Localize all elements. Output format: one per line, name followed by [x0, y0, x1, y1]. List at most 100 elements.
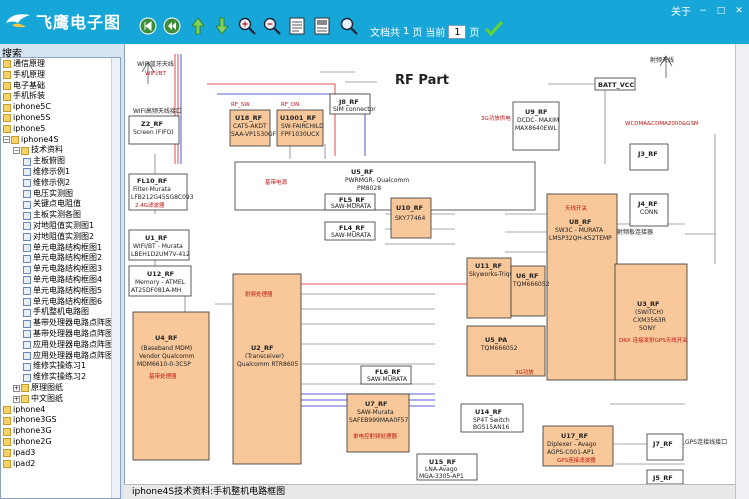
tree-item-label: ipad2: [13, 458, 36, 468]
tree-item-label: ipad3: [13, 447, 36, 457]
tree-folder-item[interactable]: iphone2G: [3, 437, 52, 448]
go-page-button[interactable]: [484, 18, 504, 38]
tree-doc-item[interactable]: 电压实测图: [23, 189, 73, 200]
fl5-sub: SAW-MURATA: [331, 203, 372, 210]
app-title: 飞鹰电子图: [36, 13, 122, 32]
tree-folder-item[interactable]: ipad2: [3, 459, 35, 470]
u9-title: U9_RF: [525, 108, 548, 116]
tree-folder-item[interactable]: 手机拆装: [3, 91, 45, 102]
tree-folder-item[interactable]: iphone5C: [3, 102, 51, 113]
tree-folder-item[interactable]: iphone3G: [3, 426, 52, 437]
tree-item-label: 基带处理器电路点阵图: [33, 318, 113, 328]
folder-icon: [3, 427, 11, 436]
tree-item-label: 单元电路结构框图6: [33, 296, 103, 306]
tree-folder-item[interactable]: + 中文图纸: [13, 394, 63, 405]
tree-item-label: 维修示例1: [33, 167, 71, 176]
scroll-up-button[interactable]: [188, 16, 208, 36]
document-icon: [23, 168, 31, 177]
prev-page-button[interactable]: [162, 16, 182, 36]
fit-page-button[interactable]: [287, 16, 307, 36]
minimize-icon[interactable]: −: [697, 6, 709, 16]
tree-doc-item[interactable]: 单元电路结构框图2: [23, 253, 102, 264]
tree-scrollbar[interactable]: [111, 58, 120, 498]
u6-sub: TQM666052: [512, 281, 550, 288]
tree-folder-item[interactable]: iphone5S: [3, 113, 50, 124]
tree-folder-item[interactable]: ipad3: [3, 448, 35, 459]
document-icon: [23, 157, 31, 166]
u15-sub1: LNA-Avago: [425, 466, 458, 473]
current-page-input[interactable]: 1: [448, 24, 467, 39]
wifi-bt-label: WIFI/BT: [145, 71, 166, 77]
tree-folder-item[interactable]: 通信原理: [3, 59, 45, 70]
document-button[interactable]: [312, 16, 332, 36]
tree-doc-item[interactable]: 应用处理器电路点阵图: [23, 351, 113, 362]
u2-transceiver-block[interactable]: [232, 273, 302, 465]
schematic-canvas[interactable]: RF Part WIFI蓝牙天线 WIFI/BT WIFI高频天线接口 Z2_R…: [124, 44, 735, 484]
collapse-icon[interactable]: −: [3, 136, 10, 144]
document-icon: [23, 362, 31, 371]
u18-sub1: CAT5-AKDT: [233, 123, 267, 130]
close-icon[interactable]: ✕: [733, 6, 745, 16]
tree-doc-item[interactable]: 基带处理器电路点阵图: [23, 329, 113, 340]
about-menu[interactable]: 关于: [671, 3, 691, 18]
tree-item-label: iphone2G: [13, 437, 52, 446]
document-icon: [23, 373, 31, 382]
tree-doc-item[interactable]: 关键点电阻值: [23, 199, 81, 210]
fl10-sub2: LFB212G45SG8C093: [131, 194, 194, 201]
u1001-sub2: FPF1030UCX: [281, 131, 319, 138]
tree-folder-item[interactable]: − 技术资料: [13, 145, 63, 156]
folder-icon: [11, 135, 19, 144]
tree-folder-item[interactable]: iphone3GS: [3, 415, 57, 426]
search-button[interactable]: [339, 16, 359, 36]
u17-sub3: GPS连接滤波器: [557, 456, 596, 464]
tree-doc-item[interactable]: 基带处理器电路点阵图: [23, 318, 113, 329]
folder-icon: [3, 438, 11, 447]
expand-icon[interactable]: +: [13, 384, 20, 392]
collapse-icon[interactable]: −: [13, 147, 20, 155]
tree-doc-item[interactable]: 维修示例1: [23, 167, 70, 178]
tree-doc-item[interactable]: 对地阻值实测图1: [23, 221, 94, 232]
document-icon: [23, 351, 31, 360]
tree-doc-item[interactable]: 单元电路结构框图6: [23, 297, 102, 308]
tree-folder-item[interactable]: iphone4: [3, 405, 45, 416]
tree-doc-item[interactable]: 维修实操练习2: [23, 372, 86, 383]
u7-note: 单电控射频处理器: [353, 432, 398, 440]
tree-folder-item[interactable]: + 原理图纸: [13, 383, 63, 394]
tree-doc-item[interactable]: 主板俯图: [23, 156, 65, 167]
tree-doc-item[interactable]: 单元电路结构框图4: [23, 275, 102, 286]
tree-doc-item[interactable]: 单元电路结构框图1: [23, 243, 102, 254]
tree-doc-item[interactable]: 对地阻值实测图2: [23, 232, 94, 243]
canvas-scrollbar[interactable]: [735, 44, 749, 499]
tree-folder-item[interactable]: − iphone4S: [3, 135, 58, 146]
first-page-button[interactable]: [138, 16, 158, 36]
arrow-up-icon: [191, 17, 205, 35]
tree-doc-item[interactable]: 单元电路结构框图3: [23, 264, 102, 275]
switch-label: 天线开关: [565, 204, 588, 212]
expand-icon[interactable]: +: [13, 395, 20, 403]
maximize-icon[interactable]: □: [715, 6, 727, 16]
u8-sub1: SW3C - MURATA: [555, 227, 604, 234]
tree-item-label: 单元电路结构框图1: [33, 242, 103, 252]
zoom-out-button[interactable]: [262, 16, 282, 36]
rf-schematic: RF Part WIFI蓝牙天线 WIFI/BT WIFI高频天线接口 Z2_R…: [128, 54, 727, 484]
u1001-sub1: SW-FAIRCHILD: [281, 123, 324, 130]
folder-icon: [3, 459, 11, 468]
tree-item-label: 维修实操练习1: [33, 361, 87, 371]
u5-power-block[interactable]: [234, 161, 536, 211]
tree-doc-item[interactable]: 维修示例2: [23, 178, 70, 189]
tree-doc-item[interactable]: 手机整机电路图: [23, 307, 89, 318]
tree-item-label: 主板实测各图: [33, 210, 81, 220]
scroll-down-button[interactable]: [212, 16, 232, 36]
tree-doc-item[interactable]: 维修实操练习1: [23, 361, 86, 372]
u8-title: U8_RF: [569, 218, 592, 226]
u4-sub3: MDM6610-0-3CSP: [137, 361, 191, 368]
tree-doc-item[interactable]: 主板实测各图: [23, 210, 81, 221]
tree-folder-item[interactable]: 电子基础: [3, 81, 45, 92]
zoom-in-button[interactable]: [237, 16, 257, 36]
tree-folder-item[interactable]: 手机原理: [3, 70, 45, 81]
u2-sub2: Qualcomm RTR8605: [237, 361, 298, 368]
tree-folder-item[interactable]: iphone5: [3, 124, 45, 135]
tree-doc-item[interactable]: 单元电路结构框图5: [23, 286, 102, 297]
tree-doc-item[interactable]: 应用处理器电路点阵图: [23, 340, 113, 351]
zoom-in-icon: [238, 17, 256, 35]
